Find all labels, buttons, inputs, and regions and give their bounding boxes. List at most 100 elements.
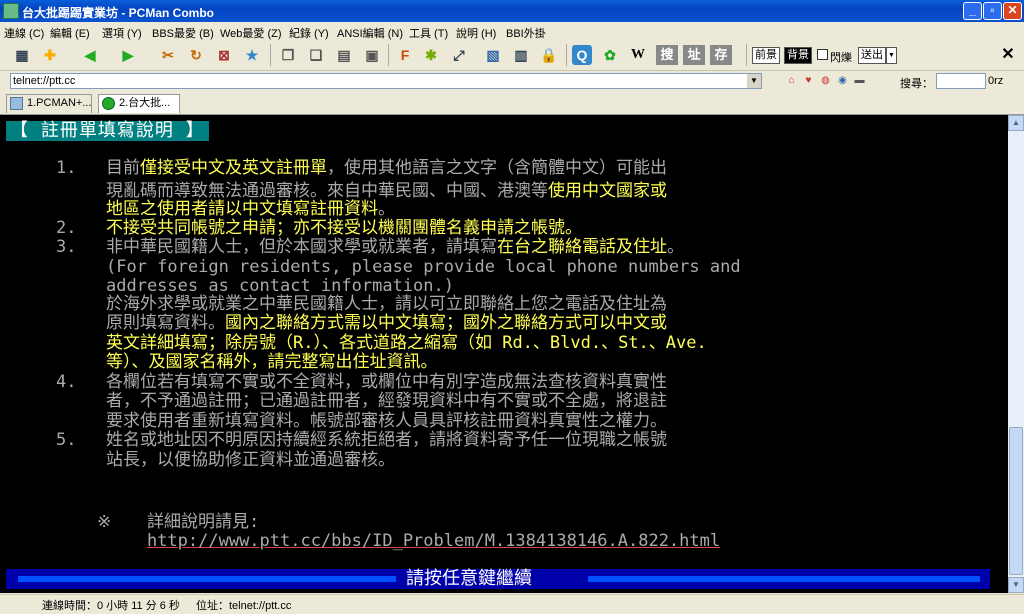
- settings-gear-icon[interactable]: ✱: [421, 45, 441, 65]
- background-color-button[interactable]: 背景: [784, 47, 812, 64]
- globe-icon[interactable]: ◉: [835, 74, 850, 89]
- history-icon[interactable]: ◍: [818, 74, 833, 89]
- address-value: telnet://ptt.cc: [13, 75, 76, 87]
- address-dropdown-icon[interactable]: ▼: [747, 74, 761, 88]
- close-button[interactable]: ✕: [1003, 2, 1022, 20]
- line-segment: 在台之聯絡電話及住址: [497, 237, 667, 257]
- font-icon[interactable]: F: [395, 45, 415, 65]
- disconnect-icon[interactable]: ✂: [158, 45, 178, 65]
- line-segment: 原則填寫資料。: [106, 313, 225, 333]
- tab-ptt[interactable]: 2.台大批...: [98, 94, 180, 113]
- scroll-up-arrow-icon[interactable]: ▲: [1008, 115, 1024, 131]
- terminal-line: 要求使用者重新填寫資料。帳號部審核人員具評核註冊資料真實性之權力。: [56, 412, 667, 431]
- tab-label: 2.台大批...: [119, 97, 171, 109]
- add-favorite-icon[interactable]: ★: [242, 45, 262, 65]
- line-segment: 英文詳細填寫；除房號（R.）、各式道路之縮寫（如 Rd.、Blvd.、St.、A…: [106, 333, 707, 353]
- item-number: 3.: [56, 237, 77, 257]
- search-button[interactable]: 搜: [656, 45, 678, 65]
- screenshot-icon[interactable]: ▥: [511, 45, 531, 65]
- search-input[interactable]: [936, 73, 986, 89]
- item-number: 4.: [56, 372, 77, 392]
- search-label: 搜尋：: [900, 78, 933, 90]
- blink-checkbox[interactable]: [817, 49, 828, 60]
- terminal-line: 2. 不接受共同帳號之申請；亦不接受以機關團體名義申請之帳號。: [56, 219, 582, 238]
- line-segment: 等）、及國家名稱外，請完整寫出住址資訊。: [106, 352, 438, 372]
- menu-tools[interactable]: 工具 (T): [409, 25, 448, 41]
- scroll-down-arrow-icon[interactable]: ▼: [1008, 577, 1024, 593]
- toolbar-separator: [566, 44, 567, 66]
- close-toolbar-icon[interactable]: ✕: [998, 45, 1018, 65]
- menu-bbi-plugins[interactable]: BBI外掛: [506, 25, 546, 41]
- line-segment: 。: [378, 199, 395, 219]
- flower-icon[interactable]: ✿: [600, 45, 620, 65]
- minimize-button[interactable]: _: [963, 2, 982, 20]
- toolbar-separator: [746, 44, 747, 66]
- menu-connection[interactable]: 連線 (C): [4, 25, 44, 41]
- scroll-thumb[interactable]: [1009, 427, 1023, 575]
- resize-icon[interactable]: ▧: [483, 45, 503, 65]
- title-bar: 台大批踢踢實業坊 - PCMan Combo _ ▫ ✕: [0, 0, 1024, 22]
- terminal-line: 英文詳細填寫；除房號（R.）、各式道路之縮寫（如 Rd.、Blvd.、St.、A…: [56, 334, 707, 353]
- tab-pcman[interactable]: 1.PCMAN+...: [6, 94, 92, 113]
- menu-log[interactable]: 紀錄 (Y): [289, 25, 329, 41]
- terminal-line: 3. 非中華民國籍人士，但於本國求學或就業者，請填寫在台之聯絡電話及住址。: [56, 238, 684, 257]
- forward-arrow-icon[interactable]: ▶: [118, 45, 138, 65]
- line-segment: 目前: [106, 158, 140, 178]
- line-segment: (For foreign residents, please provide l…: [106, 257, 741, 277]
- menu-bbs-favorites[interactable]: BBS最愛 (B): [152, 25, 214, 41]
- toolbar-separator: [388, 44, 389, 66]
- home-icon[interactable]: ⌂: [784, 74, 799, 89]
- page-title: 【 註冊單填寫說明 】: [6, 121, 209, 141]
- copy-with-color-icon[interactable]: ▤: [334, 45, 354, 65]
- menu-options[interactable]: 選項 (Y): [102, 25, 142, 41]
- address-input[interactable]: telnet://ptt.cc ▼: [10, 73, 762, 89]
- fullscreen-icon[interactable]: ⤢: [449, 45, 469, 65]
- line-segment: 姓名或地址因不明原因持續經系統拒絕者，請將資料寄予任一位現職之帳號: [106, 430, 667, 450]
- save-button[interactable]: 存: [710, 45, 732, 65]
- terminal-line: 5. 姓名或地址因不明原因持續經系統拒絕者，請將資料寄予任一位現職之帳號: [56, 431, 667, 450]
- tab-bar: 1.PCMAN+... 2.台大批...: [0, 92, 1024, 115]
- send-dropdown-icon[interactable]: ▼: [886, 47, 897, 64]
- wikipedia-icon[interactable]: W: [628, 45, 648, 65]
- monitor-icon[interactable]: ▬: [852, 74, 867, 89]
- close-tab-icon[interactable]: ⊠: [214, 45, 234, 65]
- terminal-line: 等）、及國家名稱外，請完整寫出住址資訊。: [56, 353, 438, 372]
- web-page-icon: [10, 97, 23, 110]
- foreground-color-button[interactable]: 前景: [752, 47, 780, 64]
- terminal-line: 地區之使用者請以中文填寫註冊資料。: [56, 200, 395, 219]
- query-icon[interactable]: Q: [572, 45, 592, 65]
- new-connection-icon[interactable]: ✚: [40, 45, 60, 65]
- terminal-screen[interactable]: 【 註冊單填寫說明 】 1. 目前僅接受中文及英文註冊單，使用其他語言之文字（含簡…: [0, 115, 1008, 593]
- line-segment: 。: [667, 237, 684, 257]
- terminal-line: (For foreign residents, please provide l…: [56, 258, 741, 277]
- vertical-scrollbar[interactable]: ▲ ▼: [1008, 115, 1024, 593]
- back-arrow-icon[interactable]: ◀: [80, 45, 100, 65]
- address-button[interactable]: 址: [683, 45, 705, 65]
- tab-label: 1.PCMAN+...: [27, 97, 92, 109]
- connection-time: 連線時間：0 小時 11 分 6 秒: [42, 600, 180, 612]
- help-link[interactable]: http://www.ptt.cc/bbs/ID_Problem/M.13841…: [147, 531, 720, 551]
- footer-bar[interactable]: 請按任意鍵繼續: [6, 569, 990, 589]
- line-segment: 站長，以便協助修正資料並通過審核。: [106, 450, 395, 470]
- favorites-icon[interactable]: ♥: [801, 74, 816, 89]
- line-segment: ，使用其他語言之文字（含簡體中文）可能出: [327, 158, 667, 178]
- menu-ansi-edit[interactable]: ANSI編輯 (N): [337, 25, 403, 41]
- blink-label: 閃爍: [830, 52, 852, 64]
- paste-with-color-icon[interactable]: ▣: [362, 45, 382, 65]
- copy-icon[interactable]: ❐: [278, 45, 298, 65]
- send-button[interactable]: 送出: [858, 47, 886, 64]
- footer-stripe-right: [588, 576, 980, 582]
- menu-help[interactable]: 說明 (H): [456, 25, 496, 41]
- menu-edit[interactable]: 編輯 (E): [50, 25, 90, 41]
- paste-icon[interactable]: ❏: [306, 45, 326, 65]
- reconnect-icon[interactable]: ↻: [186, 45, 206, 65]
- maximize-button[interactable]: ▫: [983, 2, 1002, 20]
- address-book-icon[interactable]: ▦: [12, 45, 32, 65]
- press-any-key-text: 請按任意鍵繼續: [406, 568, 532, 589]
- search-engine-select[interactable]: 0rz: [988, 75, 1003, 87]
- line-segment: 現亂碼而導致無法通過審核。來自中華民國、中國、港澳等: [106, 181, 548, 201]
- menu-web-favorites[interactable]: Web最愛 (Z): [220, 25, 282, 41]
- connected-status-icon: [102, 97, 115, 110]
- line-segment: 不接受共同帳號之申請；亦不接受以機關團體名義申請之帳號。: [106, 218, 582, 238]
- lock-icon[interactable]: 🔒: [539, 45, 559, 65]
